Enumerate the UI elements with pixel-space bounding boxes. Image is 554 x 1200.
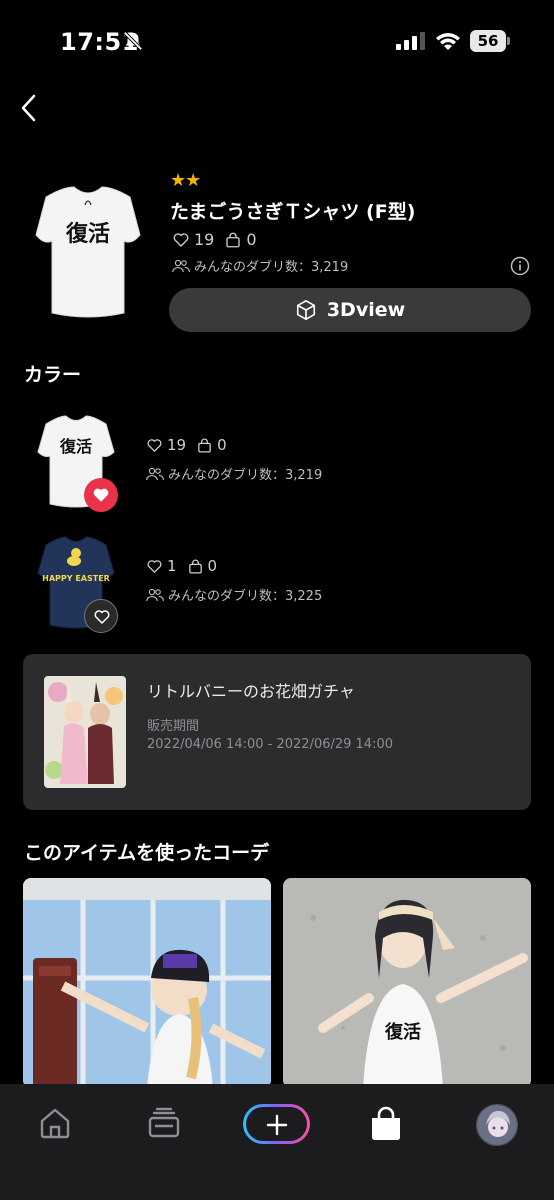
- wifi-icon: [436, 33, 460, 50]
- heart-filled-icon: [93, 488, 109, 502]
- colors-section-title: カラー: [24, 364, 82, 386]
- gacha-name: リトルバニーのお花畑ガチャ: [147, 682, 355, 701]
- product-title: たまごうさぎＴシャツ (F型): [170, 201, 416, 223]
- bag-outline-icon: [226, 232, 241, 247]
- product-stats: 19 0: [172, 230, 257, 249]
- users-icon: [172, 259, 190, 272]
- collection-icon[interactable]: [147, 1106, 181, 1140]
- gacha-card[interactable]: リトルバニーのお花畑ガチャ 販売期間 2022/04/06 14:00 - 20…: [23, 654, 531, 810]
- status-bar: 17:51 56: [0, 0, 554, 80]
- owned-count: 0: [217, 436, 227, 454]
- heart-outline-icon: [94, 610, 110, 624]
- likes-count: 1: [167, 557, 177, 575]
- cube-icon: [296, 300, 315, 320]
- heart-outline-icon: [147, 559, 162, 573]
- color-dubs: みんなのダブリ数：3,225: [146, 585, 322, 604]
- users-icon: [146, 467, 164, 480]
- gacha-period: 2022/04/06 14:00 - 2022/06/29 14:00: [147, 737, 394, 752]
- plus-icon: [266, 1114, 288, 1136]
- owned-count: 0: [207, 557, 218, 575]
- bag-outline-icon: [188, 559, 202, 574]
- gacha-period-label: 販売期間: [147, 719, 200, 734]
- gacha-thumbnail: [44, 676, 126, 788]
- likes-count: 19: [194, 230, 215, 249]
- shop-bag-icon[interactable]: [369, 1106, 403, 1142]
- dubs-text: みんなのダブリ数：3,219: [168, 468, 323, 483]
- battery-level: 56: [470, 30, 506, 52]
- product-dubs: みんなのダブリ数：3,219: [172, 256, 348, 275]
- bell-muted-icon: [123, 31, 143, 51]
- coords-section-title: このアイテムを使ったコーデ: [24, 842, 270, 864]
- heart-outline-icon: [147, 438, 162, 452]
- owned-count: 0: [246, 230, 257, 249]
- coord-card[interactable]: [23, 878, 271, 1088]
- 3dview-button[interactable]: 3Dview: [169, 288, 531, 332]
- shirt-print-text: 復活: [384, 1021, 421, 1043]
- color-dubs: みんなのダブリ数：3,219: [146, 464, 322, 483]
- battery-icon: 56: [470, 30, 510, 52]
- favorite-button[interactable]: [84, 478, 118, 512]
- 3dview-label: 3Dview: [326, 299, 406, 321]
- dubs-text: みんなのダブリ数：3,219: [194, 260, 349, 275]
- bag-outline-icon: [198, 438, 211, 453]
- avatar[interactable]: [476, 1104, 518, 1146]
- rarity-stars: ★★: [170, 170, 201, 191]
- create-button[interactable]: [243, 1104, 310, 1144]
- users-icon: [146, 588, 164, 601]
- color-stats: 1 0: [146, 557, 217, 575]
- home-icon[interactable]: [38, 1106, 72, 1140]
- shirt-print-text: 復活: [59, 437, 92, 456]
- signal-icon: [396, 32, 425, 50]
- likes-count: 19: [167, 436, 187, 454]
- dubs-text: みんなのダブリ数：3,225: [168, 589, 323, 604]
- avatar-image: [477, 1105, 517, 1145]
- shirt-print-text: 復活: [65, 221, 110, 247]
- info-icon[interactable]: [510, 256, 530, 276]
- product-thumbnail: 復活: [35, 186, 141, 318]
- color-item-white[interactable]: 復活 19 0 みんなのダブリ数：3,219: [24, 410, 530, 520]
- favorite-button[interactable]: [84, 599, 118, 633]
- shirt-print-text: HAPPY EASTER: [42, 574, 110, 583]
- coord-card[interactable]: 復活: [283, 878, 531, 1088]
- back-chevron-icon[interactable]: [14, 90, 44, 126]
- heart-outline-icon: [173, 232, 189, 247]
- bottom-nav: [0, 1084, 554, 1200]
- color-stats: 19 0: [146, 436, 227, 454]
- color-item-navy[interactable]: HAPPY EASTER 1 0 みんなのダブリ数：3,225: [24, 531, 530, 641]
